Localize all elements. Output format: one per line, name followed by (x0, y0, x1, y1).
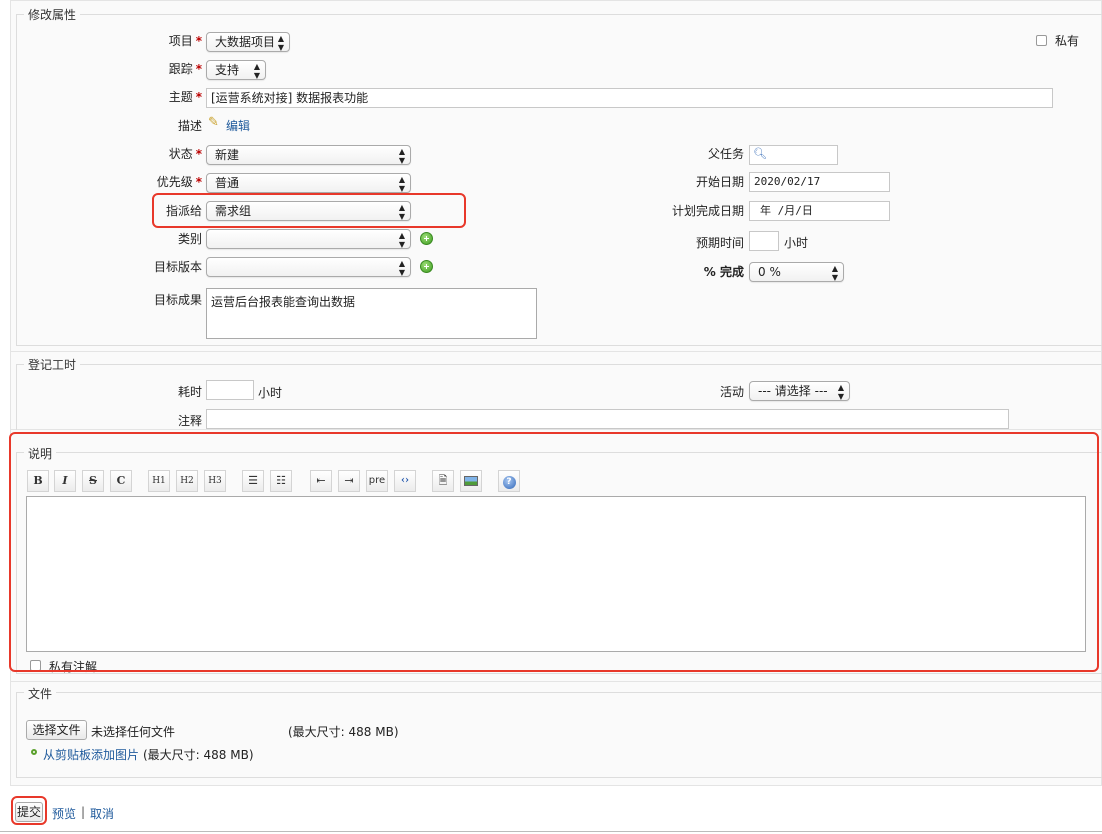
add-category-icon[interactable] (420, 232, 433, 245)
preview-link[interactable]: 预览 (52, 805, 76, 822)
add-version-icon[interactable] (420, 260, 433, 273)
submit-highlight (11, 796, 47, 825)
comment-input[interactable] (206, 409, 1009, 429)
project-label: 项目 * (168, 34, 202, 48)
parent-label: 父任务 (707, 147, 744, 161)
project-select[interactable]: 大数据项目 ▲ ▼ (206, 32, 290, 52)
estimate-input[interactable] (749, 231, 779, 251)
cancel-link[interactable]: 取消 (90, 805, 114, 822)
priority-label: 优先级 * (156, 175, 202, 189)
estimate-unit: 小时 (784, 236, 809, 250)
search-icon: 🔍︎ (753, 147, 767, 160)
subject-label: 主题 * (168, 90, 202, 104)
target-label: 目标成果 (153, 293, 202, 307)
files-legend: 文件 (24, 685, 57, 702)
notes-highlight (9, 432, 1099, 672)
tracker-label: 跟踪 * (168, 62, 202, 76)
version-select[interactable]: ▲ ▼ (206, 257, 411, 277)
version-label: 目标版本 (153, 260, 202, 274)
status-select[interactable]: 新建 ▲ ▼ (206, 145, 411, 165)
start-date-label: 开始日期 (695, 175, 744, 189)
due-date-label: 计划完成日期 (671, 204, 744, 218)
files-fieldset (16, 692, 1102, 778)
status-label: 状态 * (168, 147, 202, 161)
choose-file-button[interactable]: 选择文件 (26, 720, 87, 740)
tracker-select[interactable]: 支持 ▲ ▼ (206, 60, 266, 80)
private-label: 私有 (1055, 34, 1080, 48)
pencil-icon[interactable]: ✎ (208, 115, 219, 130)
category-label: 类别 (177, 232, 202, 246)
category-select[interactable]: ▲ ▼ (206, 229, 411, 249)
paste-max-size-text: (最大尺寸: 488 MB) (143, 748, 254, 762)
estimate-label: 预期时间 (695, 236, 744, 250)
spent-time-label: 耗时 (177, 385, 202, 399)
private-checkbox[interactable] (1036, 35, 1047, 46)
done-ratio-select[interactable]: 0 % ▲ ▼ (749, 262, 844, 282)
priority-select[interactable]: 普通 ▲ ▼ (206, 173, 411, 193)
no-file-text: 未选择任何文件 (91, 725, 176, 739)
activity-select[interactable]: --- 请选择 --- ▲ ▼ (749, 381, 850, 401)
activity-label: 活动 (719, 385, 744, 399)
paste-bullet-icon (31, 749, 37, 755)
attributes-legend: 修改属性 (24, 6, 81, 23)
description-label: 描述 (177, 119, 202, 133)
max-size-text: (最大尺寸: 488 MB) (288, 725, 399, 739)
start-date-input[interactable]: 2020/02/17 (749, 172, 890, 192)
assignee-highlight (152, 193, 466, 228)
paste-image-link[interactable]: 从剪贴板添加图片 (43, 746, 139, 763)
bottom-divider (0, 831, 1102, 832)
spent-time-input[interactable] (206, 380, 254, 400)
time-log-legend: 登记工时 (24, 356, 81, 373)
spent-time-unit: 小时 (258, 386, 283, 400)
subject-input[interactable]: [运营系统对接] 数据报表功能 (206, 88, 1053, 108)
due-date-input[interactable]: 年 /月/日 (749, 201, 890, 221)
comment-label: 注释 (177, 414, 202, 428)
done-ratio-label: % 完成 (703, 265, 744, 279)
edit-description-link[interactable]: 编辑 (226, 117, 250, 134)
actions-separator: | (81, 805, 86, 819)
target-textarea[interactable]: 运营后台报表能查询出数据 (206, 288, 537, 339)
